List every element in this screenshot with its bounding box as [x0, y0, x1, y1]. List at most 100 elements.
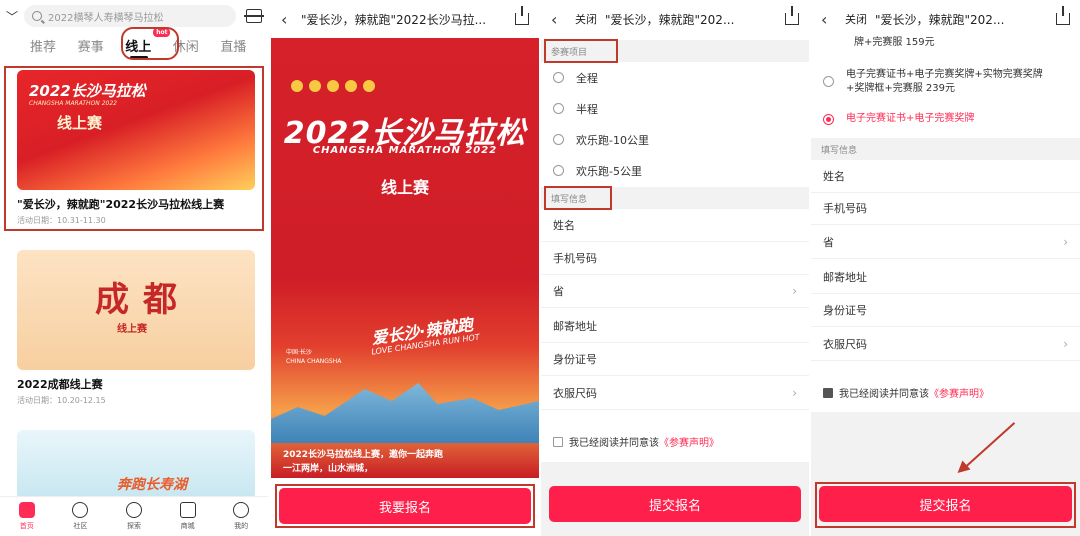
field-address[interactable]: 邮寄地址 [541, 310, 809, 343]
package-option-label: 牌+完赛服 159元 [854, 37, 935, 48]
nav-me[interactable]: 我的 [221, 502, 261, 531]
radio-button[interactable] [553, 72, 564, 83]
agreement-checkbox[interactable] [553, 436, 563, 447]
nav-mall[interactable]: 商城 [168, 502, 208, 531]
chevron-down-icon[interactable]: ﹀ [6, 8, 24, 25]
event-poster: 2022长沙马拉松 CHANGSHA MARATHON 2022 线上赛 爱长沙… [271, 38, 539, 478]
event-detail-panel: ‹ "爱长沙，辣就跑"2022长沙马拉... 2022长沙马拉松 CHANGSH… [271, 0, 539, 536]
city-skyline [271, 383, 539, 443]
field-label: 邮寄地址 [823, 271, 867, 284]
tab-leisure[interactable]: 休闲 [173, 36, 221, 55]
search-row: ﹀ 2022横琴人寿横琴马拉松 [6, 4, 264, 28]
field-shirt-size[interactable]: 衣服尺码 › [541, 377, 809, 410]
page-title: "爱长沙，辣就跑"202... [875, 12, 1005, 27]
poster-city-en: CHINA CHANGSHA [286, 358, 342, 365]
bottom-nav: 首页 社区 探索 商城 我的 [0, 496, 268, 536]
radio-button[interactable] [553, 134, 564, 145]
nav-home[interactable]: 首页 [7, 502, 47, 531]
radio-button[interactable] [823, 76, 834, 87]
share-icon[interactable] [1056, 6, 1070, 25]
share-icon[interactable] [515, 6, 529, 25]
tab-live[interactable]: 直播 [220, 36, 268, 55]
event-option-half[interactable]: 半程 [541, 93, 809, 124]
search-input[interactable]: 2022横琴人寿横琴马拉松 [24, 5, 236, 27]
nav-explore[interactable]: 探索 [114, 502, 154, 531]
page-title: "爱长沙，辣就跑"2022长沙马拉... [301, 12, 487, 27]
banner-tag: 线上赛 [117, 324, 147, 335]
page-header: ‹ 关闭 "爱长沙，辣就跑"202... [811, 0, 1080, 38]
field-label: 姓名 [823, 170, 845, 183]
registration-form-panel: ‹ 关闭 "爱长沙，辣就跑"202... 参赛项目 全程 半程 欢乐跑-10公里… [541, 0, 809, 536]
nav-home-label: 首页 [19, 522, 34, 530]
search-placeholder: 2022横琴人寿横琴马拉松 [48, 12, 164, 24]
agreement-row[interactable]: 我已经阅读并同意该 《参赛声明》 [823, 385, 1070, 400]
nav-community[interactable]: 社区 [60, 502, 100, 531]
agreement-text: 我已经阅读并同意该 [839, 389, 929, 400]
event-option-full[interactable]: 全程 [541, 62, 809, 93]
package-option-1[interactable]: 牌+完赛服 159元 [811, 36, 1080, 50]
chevron-right-icon: › [792, 284, 797, 298]
package-option-2[interactable]: 电子完赛证书+电子完赛奖牌+实物完赛奖牌+奖牌框+完赛服 239元 [811, 68, 1068, 96]
field-label: 手机号码 [823, 202, 867, 215]
field-label: 手机号码 [553, 252, 597, 265]
nav-community-label: 社区 [73, 522, 88, 530]
planet-icon [125, 502, 142, 518]
page-header: ‹ 关闭 "爱长沙，辣就跑"202... [541, 0, 809, 38]
agreement-link[interactable]: 《参赛声明》 [929, 385, 989, 400]
field-name[interactable]: 姓名 [811, 160, 1080, 193]
event-option-label: 全程 [576, 71, 598, 85]
annotation-box-submit [815, 482, 1076, 528]
chevron-right-icon: › [1063, 337, 1068, 351]
field-label: 省 [553, 285, 564, 298]
close-link[interactable]: 关闭 [845, 11, 867, 27]
package-option-3[interactable]: 电子完赛证书+电子完赛奖牌 [811, 112, 1080, 126]
event-date: 活动日期：10.20-12.15 [17, 396, 106, 405]
agreement-row[interactable]: 我已经阅读并同意该 《参赛声明》 [553, 434, 799, 449]
agreement-link[interactable]: 《参赛声明》 [659, 434, 719, 449]
field-province[interactable]: 省 › [541, 275, 809, 308]
event-banner: 成都 线上赛 [17, 250, 255, 370]
event-option-5k[interactable]: 欢乐跑-5公里 [541, 155, 809, 186]
event-title: 2022成都线上赛 [17, 378, 103, 391]
radio-button[interactable] [553, 165, 564, 176]
field-address[interactable]: 邮寄地址 [811, 261, 1080, 294]
back-icon[interactable]: ‹ [821, 10, 841, 29]
page-title: "爱长沙，辣就跑"202... [605, 12, 735, 27]
submit-button[interactable]: 提交报名 [549, 486, 801, 522]
chat-icon [72, 502, 89, 518]
poster-footer: 2022长沙马拉松线上赛，邀你一起奔跑 一江两岸，山水洲城， [283, 448, 527, 476]
field-id-number[interactable]: 身份证号 [811, 294, 1080, 327]
back-icon[interactable]: ‹ [281, 10, 301, 29]
banner-title: 奔跑长寿湖 [117, 477, 187, 493]
back-icon[interactable]: ‹ [551, 10, 571, 29]
scan-icon[interactable] [244, 9, 264, 23]
agreement-checkbox-checked[interactable] [823, 387, 833, 398]
tab-recommend[interactable]: 推荐 [30, 36, 78, 55]
event-option-label: 半程 [576, 102, 598, 116]
radio-button-selected[interactable] [823, 114, 834, 125]
agreement-text: 我已经阅读并同意该 [569, 438, 659, 449]
field-province[interactable]: 省 › [811, 226, 1080, 259]
chevron-right-icon: › [792, 386, 797, 400]
poster-footer-line1: 2022长沙马拉松线上赛，邀你一起奔跑 [283, 450, 444, 460]
section-info-label: 填写信息 [811, 138, 1080, 160]
radio-button[interactable] [553, 103, 564, 114]
share-icon[interactable] [785, 6, 799, 25]
smile-icon [233, 502, 250, 518]
close-link[interactable]: 关闭 [575, 11, 597, 27]
field-label: 身份证号 [553, 353, 597, 366]
field-phone[interactable]: 手机号码 [811, 192, 1080, 225]
poster-subtitle: CHANGSHA MARATHON 2022 [312, 145, 498, 156]
field-shirt-size[interactable]: 衣服尺码 › [811, 328, 1080, 361]
field-label: 邮寄地址 [553, 320, 597, 333]
tab-events[interactable]: 赛事 [78, 36, 126, 55]
field-phone[interactable]: 手机号码 [541, 242, 809, 275]
nav-explore-label: 探索 [126, 522, 141, 530]
field-name[interactable]: 姓名 [541, 209, 809, 242]
search-icon [32, 11, 42, 21]
package-option-label: 电子完赛证书+电子完赛奖牌+实物完赛奖牌+奖牌框+完赛服 239元 [846, 69, 1043, 94]
event-card-chengdu[interactable]: 成都 线上赛 2022成都线上赛 活动日期：10.20-12.15 [17, 250, 255, 406]
field-id-number[interactable]: 身份证号 [541, 343, 809, 376]
event-card-third[interactable]: 奔跑长寿湖 [17, 430, 255, 500]
event-option-10k[interactable]: 欢乐跑-10公里 [541, 124, 809, 155]
